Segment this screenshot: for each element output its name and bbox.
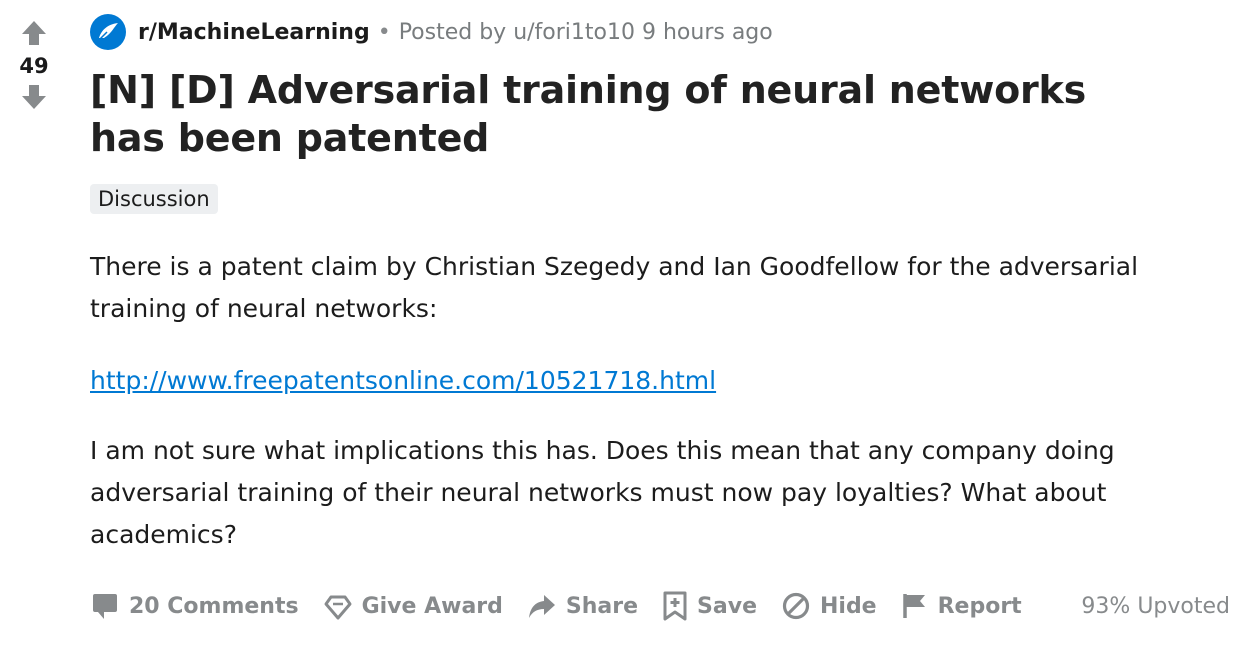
post-meta: r/MachineLearning • Posted by u/fori1to1… xyxy=(90,12,1235,52)
save-label: Save xyxy=(697,593,757,619)
flair-badge[interactable]: Discussion xyxy=(90,184,218,214)
post-paragraph: I am not sure what implications this has… xyxy=(90,436,1115,549)
upvote-button[interactable] xyxy=(17,16,51,50)
award-icon xyxy=(324,595,352,620)
post-link-paragraph: http://www.freepatentsonline.com/1052171… xyxy=(90,360,1235,402)
posted-by[interactable]: Posted by u/fori1to10 9 hours ago xyxy=(399,20,773,45)
downvote-arrow-icon xyxy=(22,85,46,109)
upvote-arrow-icon xyxy=(22,21,46,45)
comments-label: 20 Comments xyxy=(129,593,299,619)
post-actions-bar: 20 Comments Give Award Share Save Hide R… xyxy=(90,590,1230,622)
post-title[interactable]: [N] [D] Adversarial training of neural n… xyxy=(90,66,1150,162)
report-label: Report xyxy=(937,593,1022,619)
report-button[interactable]: Report xyxy=(901,591,1022,621)
comments-button[interactable]: 20 Comments xyxy=(90,591,299,621)
patent-link[interactable]: http://www.freepatentsonline.com/1052171… xyxy=(90,366,716,395)
share-button[interactable]: Share xyxy=(527,591,638,621)
subreddit-link[interactable]: r/MachineLearning xyxy=(138,20,370,45)
subreddit-icon[interactable] xyxy=(90,14,126,50)
meta-separator: • xyxy=(377,19,391,45)
comment-bubble-icon xyxy=(93,594,117,619)
downvote-button[interactable] xyxy=(17,80,51,114)
give-award-button[interactable]: Give Award xyxy=(323,591,503,621)
share-arrow-icon xyxy=(528,595,555,618)
post-body: There is a patent claim by Christian Sze… xyxy=(90,246,1235,556)
flag-icon xyxy=(902,594,925,618)
upvote-ratio: 93% Upvoted xyxy=(1081,593,1230,619)
share-label: Share xyxy=(565,593,639,619)
hide-label: Hide xyxy=(819,593,877,619)
award-label: Give Award xyxy=(361,593,503,619)
vote-count: 49 xyxy=(19,54,49,78)
hide-button[interactable]: Hide xyxy=(781,591,877,621)
save-button[interactable]: Save xyxy=(662,590,757,622)
hide-circle-icon xyxy=(782,592,810,620)
post-content: r/MachineLearning • Posted by u/fori1to1… xyxy=(90,12,1235,556)
bookmark-plus-icon xyxy=(663,591,687,621)
post-paragraph: There is a patent claim by Christian Sze… xyxy=(90,252,1139,323)
vote-column: 49 xyxy=(10,16,58,114)
